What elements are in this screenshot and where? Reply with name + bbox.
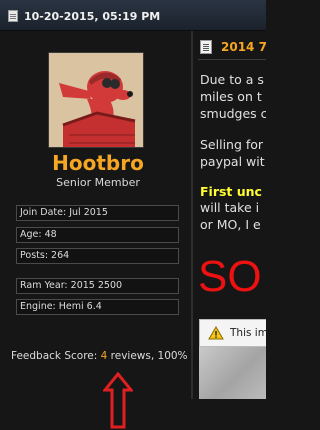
selling-line: Selling for	[200, 137, 264, 152]
selling-line: paypal wit	[200, 154, 265, 169]
body-line: Due to a s	[200, 72, 264, 87]
post-date: 10-20-2015, 05:19 PM	[24, 10, 161, 23]
image-warning-bar[interactable]: This im	[199, 319, 266, 347]
post-header-bar: 10-20-2015, 05:19 PM	[0, 0, 266, 31]
up-arrow-icon	[103, 372, 133, 429]
username-link[interactable]: Hootbro	[0, 151, 196, 175]
post-image[interactable]	[199, 347, 266, 399]
title-divider	[198, 59, 266, 60]
post-title-row: 2014 7'	[193, 37, 266, 57]
post-content: 2014 7' Due to a s miles on t smudges c …	[193, 31, 266, 399]
warning-text: This im	[230, 327, 266, 339]
highlight-text: First unc	[200, 184, 262, 199]
body-line: smudges c	[200, 106, 266, 121]
post-title: 2014 7'	[221, 40, 266, 54]
feedback-suffix: reviews, 100%	[107, 350, 188, 362]
feedback-label: Feedback Score:	[11, 350, 101, 362]
warning-icon	[208, 326, 224, 340]
ram-year-field: Ram Year: 2015 2500	[16, 278, 179, 294]
sold-banner-text: SO	[198, 252, 262, 301]
body-line: or MO, I e	[200, 217, 261, 232]
body-line: miles on t	[200, 89, 262, 104]
avatar-image	[49, 53, 143, 147]
post-icon	[8, 10, 18, 22]
user-avatar[interactable]	[48, 52, 144, 148]
user-rank-title: Senior Member	[56, 176, 140, 189]
highlight-line: First unc	[200, 183, 262, 200]
posts-field: Posts: 264	[16, 248, 179, 264]
join-date-field: Join Date: Jul 2015	[16, 205, 179, 221]
user-sidebar: Hootbro Senior Member Join Date: Jul 201…	[0, 31, 191, 429]
feedback-score: Feedback Score: 4 reviews, 100%	[11, 349, 191, 363]
age-field: Age: 48	[16, 227, 179, 243]
document-icon	[200, 40, 212, 54]
body-line: will take i	[200, 200, 260, 215]
engine-field: Engine: Hemi 6.4	[16, 299, 179, 315]
